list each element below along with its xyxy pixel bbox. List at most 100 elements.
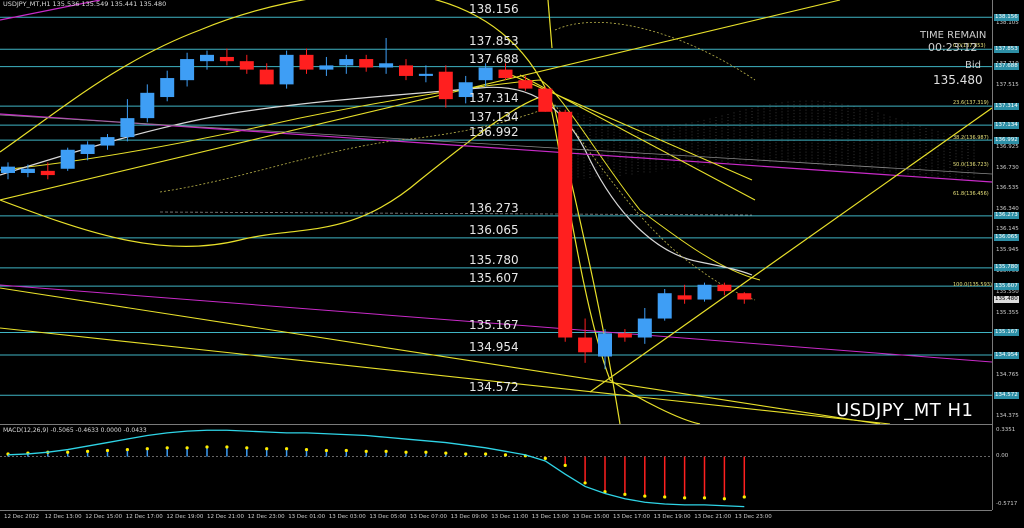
candle[interactable] (239, 54, 254, 74)
macd-panel[interactable]: MACD(12,26,9) -0.5065 -0.4633 0.0000 -0.… (0, 424, 992, 511)
candle-body (438, 71, 453, 100)
candle[interactable] (578, 318, 593, 363)
candle[interactable] (438, 65, 453, 108)
price-tick: 137.515 (996, 81, 1019, 88)
candle[interactable] (359, 54, 374, 72)
price-chart-panel[interactable]: USDJPY_MT,H1 135.536 135.549 135.441 135… (0, 0, 992, 424)
candle[interactable] (498, 63, 513, 81)
candle-body (418, 73, 433, 76)
dotted-average (159, 104, 756, 301)
macd-dot (683, 496, 687, 500)
candle-body (100, 137, 115, 146)
macd-dot (344, 448, 348, 453)
macd-dot (583, 481, 587, 485)
candle-body (379, 63, 394, 68)
fib-tag: 100.0(135.593) (953, 281, 992, 288)
candle[interactable] (418, 65, 433, 83)
macd-dot (364, 449, 368, 453)
price-level-box: 135.167 (994, 329, 1019, 337)
candle[interactable] (538, 86, 553, 112)
level-label: 135.780 (469, 252, 519, 267)
candle-body (598, 333, 612, 357)
price-tick: 134.765 (996, 371, 1019, 378)
candle[interactable] (617, 329, 632, 342)
macd-dot (722, 497, 727, 501)
bid-value: 135.480 (933, 73, 983, 87)
candle[interactable] (697, 282, 712, 302)
candle[interactable] (60, 147, 75, 171)
time-tick: 13 Dec 11:00 (491, 514, 529, 520)
candle-body (239, 61, 254, 70)
candle-body (259, 69, 274, 85)
candle[interactable] (399, 59, 413, 81)
time-axis[interactable]: 12 Dec 2022 12 Dec 13:00 12 Dec 15:00 12 De… (0, 510, 992, 528)
candle[interactable] (80, 141, 95, 161)
candle[interactable] (219, 48, 234, 66)
candle-body (558, 111, 573, 338)
candle-body (1, 166, 15, 173)
time-tick: 12 Dec 2022 (4, 514, 40, 520)
price-tick: 134.375 (996, 413, 1019, 420)
candle[interactable] (319, 56, 334, 76)
macd-dot (742, 495, 746, 499)
macd-canvas[interactable] (0, 425, 992, 511)
candle[interactable] (677, 284, 692, 304)
candle[interactable] (379, 37, 394, 74)
trading-chart-window[interactable]: USDJPY_MT,H1 135.536 135.549 135.441 135… (0, 0, 1024, 527)
price-level-box: 136.065 (994, 234, 1019, 242)
price-tick: 136.925 (996, 144, 1019, 151)
candle[interactable] (279, 50, 294, 89)
macd-dot (563, 463, 567, 467)
macd-dot (105, 448, 110, 453)
time-tick: 12 Dec 15:00 (85, 514, 123, 520)
level-label: 137.853 (469, 34, 519, 49)
time-tick: 12 Dec 17:00 (125, 514, 163, 520)
candle[interactable] (518, 75, 533, 91)
time-tick: 12 Dec 23:00 (247, 514, 285, 520)
macd-dot (185, 446, 189, 450)
candle[interactable] (339, 54, 354, 74)
candle-body (717, 284, 732, 292)
price-level-box: 135.780 (994, 264, 1019, 272)
candle[interactable] (160, 70, 175, 102)
candle[interactable] (657, 288, 672, 321)
price-tick: -0.5717 (996, 501, 1018, 507)
candle-body (120, 118, 135, 138)
candle-body (478, 67, 493, 81)
candle-body (40, 170, 55, 176)
price-level-box: 137.853 (994, 45, 1019, 53)
time-tick: 12 Dec 19:00 (166, 514, 204, 520)
candle-body (60, 149, 75, 169)
price-tick: 0.3351 (996, 427, 1016, 433)
macd-dot (86, 449, 90, 453)
price-tick: 136.535 (996, 185, 1019, 192)
price-level-box: 134.954 (994, 351, 1019, 359)
candle[interactable] (180, 52, 195, 87)
macd-dot (543, 456, 547, 460)
price-tick: 135.355 (996, 309, 1019, 316)
price-scale[interactable]: 138.105137.710137.515137.120136.925136.7… (992, 0, 1024, 510)
candle[interactable] (558, 109, 573, 342)
trendline-yellow-long (0, 0, 841, 201)
candle[interactable] (299, 48, 314, 74)
candle-body (617, 333, 632, 338)
level-label: 138.156 (469, 2, 519, 17)
candle[interactable] (737, 292, 752, 304)
candle[interactable] (1, 162, 15, 180)
trendline-yellow-vertical-top (547, 0, 553, 49)
price-tick: 0.00 (996, 452, 1009, 459)
level-label: 135.167 (469, 317, 519, 332)
macd-dot (484, 452, 488, 456)
price-level-box: 134.572 (994, 391, 1019, 399)
price-level-box: 137.314 (994, 102, 1019, 110)
candle[interactable] (140, 84, 155, 123)
candle-body (180, 59, 195, 81)
candle[interactable] (120, 99, 135, 142)
candle[interactable] (100, 133, 115, 150)
level-label: 134.572 (469, 380, 519, 395)
trendline-yellow-falling-2 (0, 327, 891, 424)
macd-dot (285, 447, 289, 451)
candle[interactable] (637, 307, 652, 344)
macd-dot (384, 449, 388, 453)
macd-dot (464, 452, 468, 456)
